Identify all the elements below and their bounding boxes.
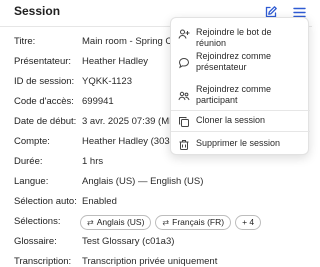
chat-bubble-icon xyxy=(178,57,190,69)
field-value: Transcription privée uniquement xyxy=(82,256,218,267)
field-value: 699941 xyxy=(82,96,114,107)
field-value: Anglais (US) — English (US) xyxy=(82,176,204,187)
field-value: 3 avr. 2025 07:39 (MD xyxy=(82,116,176,127)
menu-item-join-participant[interactable]: Rejoindrez comme participant xyxy=(171,84,310,106)
selection-chips: ⇄ Anglais (US) ⇄ Français (FR) + 4 xyxy=(80,212,262,232)
menu-item-clone[interactable]: Cloner la session xyxy=(171,115,310,128)
translate-icon: ⇄ xyxy=(87,217,94,227)
session-actions-menu: Rejoindre le bot de réunion Rejoindrez c… xyxy=(170,17,310,155)
menu-item-join-bot[interactable]: Rejoindre le bot de réunion xyxy=(171,27,310,49)
chip-more[interactable]: + 4 xyxy=(235,214,262,230)
field-row-selections: Sélections: ⇄ Anglais (US) ⇄ Français (F… xyxy=(14,212,314,232)
menu-item-label: Rejoindrez comme présentateur xyxy=(196,51,272,72)
menu-item-label: Rejoindrez comme participant xyxy=(196,84,272,105)
field-row-transcription: Transcription: Transcription privée uniq… xyxy=(14,252,314,267)
field-value: YQKK-1123 xyxy=(82,76,132,87)
menu-divider xyxy=(171,110,310,111)
menu-item-join-presenter[interactable]: Rejoindrez comme présentateur xyxy=(171,51,310,73)
menu-item-label: Cloner la session xyxy=(196,115,266,125)
menu-divider xyxy=(171,131,310,132)
field-row-glossary: Glossaire: Test Glossary (c01a3) xyxy=(14,232,314,252)
field-value: Heather Hadley (303b0 xyxy=(82,136,181,147)
field-label: Compte: xyxy=(14,136,50,147)
trash-icon xyxy=(179,140,189,150)
field-label: ID de session: xyxy=(14,76,75,87)
field-value: Test Glossary (c01a3) xyxy=(82,236,175,247)
field-value: Enabled xyxy=(82,196,117,207)
field-label: Durée: xyxy=(14,156,43,167)
field-value: Heather Hadley xyxy=(82,56,149,67)
chip-label: Anglais (US) xyxy=(96,216,145,227)
menu-item-label: Supprimer le session xyxy=(196,138,281,148)
field-value: Main room - Spring Co xyxy=(82,36,178,47)
chip-english-us[interactable]: ⇄ Anglais (US) xyxy=(80,214,152,230)
field-label: Transcription: xyxy=(14,256,72,267)
field-label: Glossaire: xyxy=(14,236,57,247)
panel-title: Session xyxy=(14,4,61,18)
field-label: Date de début: xyxy=(14,116,77,127)
field-row-language: Langue: Anglais (US) — English (US) xyxy=(14,172,314,192)
hamburger-menu-icon xyxy=(292,7,306,17)
field-label: Sélection auto: xyxy=(14,196,77,207)
field-value: 1 hrs xyxy=(82,156,104,167)
field-label: Langue: xyxy=(14,176,49,187)
translate-icon: ⇄ xyxy=(162,217,170,227)
chip-label: + 4 xyxy=(242,216,255,227)
field-label: Présentateur: xyxy=(14,56,72,67)
user-add-icon xyxy=(178,29,190,39)
field-row-duration: Durée: 1 hrs xyxy=(14,152,314,172)
copy-icon xyxy=(179,117,189,127)
chip-label: Français (FR) xyxy=(172,216,225,227)
menu-item-label: Rejoindre le bot de réunion xyxy=(196,27,272,48)
chip-french-fr[interactable]: ⇄ Français (FR) xyxy=(155,214,232,230)
field-row-auto-selection: Sélection auto: Enabled xyxy=(14,192,314,212)
field-label: Titre: xyxy=(14,36,36,47)
menu-item-delete[interactable]: Supprimer le session xyxy=(171,138,310,151)
field-label: Code d'accès: xyxy=(14,96,74,107)
field-label: Sélections: xyxy=(14,216,61,227)
users-icon xyxy=(178,91,190,101)
